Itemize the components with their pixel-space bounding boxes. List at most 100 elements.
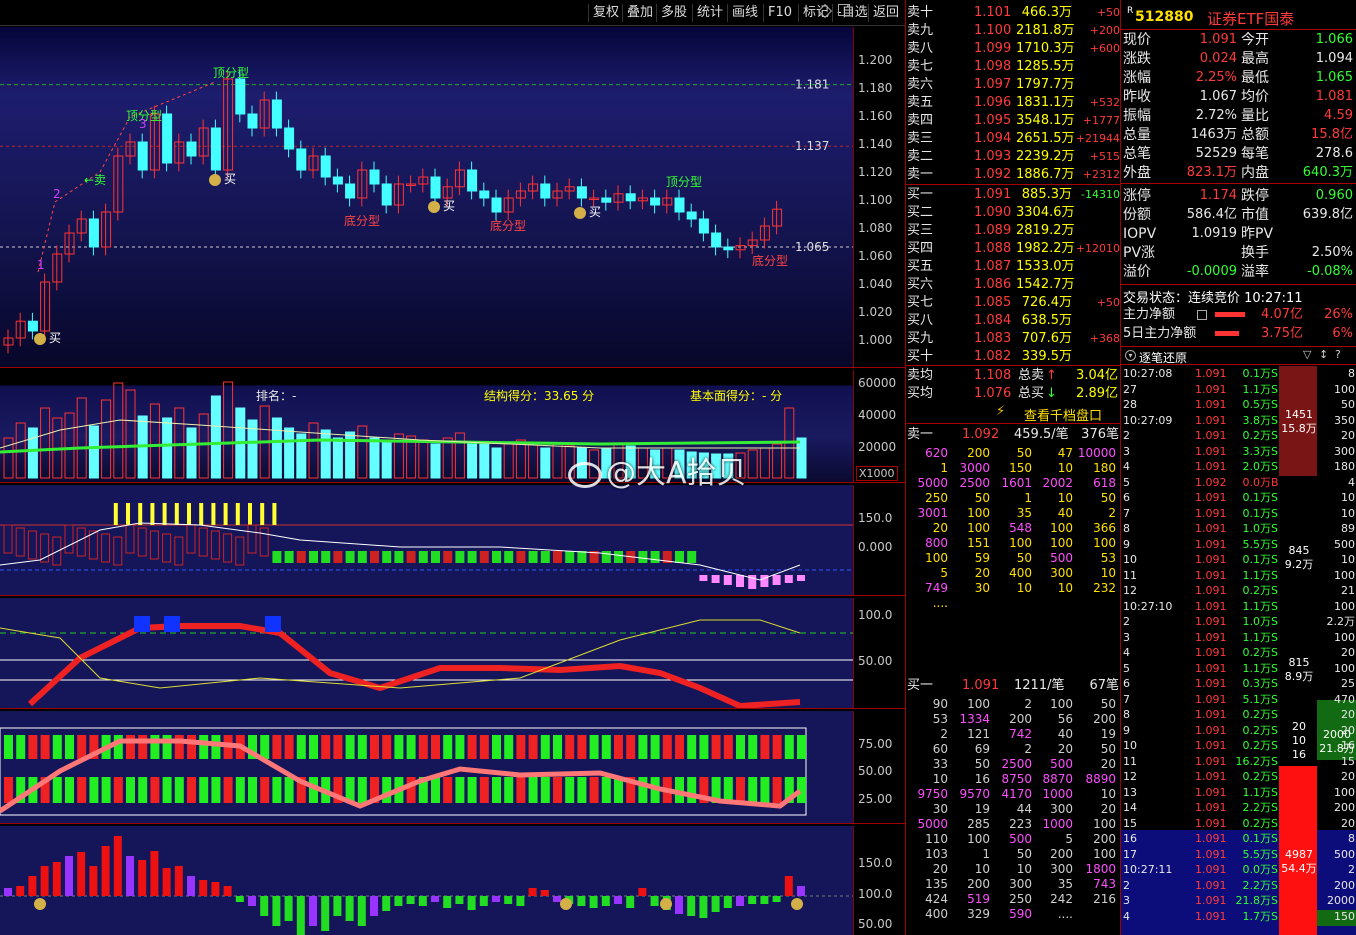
- volume-bar: [467, 441, 478, 479]
- filter-icon[interactable]: ▽: [1303, 348, 1311, 361]
- heat-cell: [211, 777, 221, 803]
- book-divider: [906, 423, 1121, 424]
- tick-row: 6 1.091 0.1万 S 10: [1121, 490, 1356, 505]
- buy-label: 买: [443, 199, 455, 213]
- bid-volume: 638.5万: [1021, 313, 1072, 328]
- quote-row: 涨停 1.174 跌停 0.960: [1121, 187, 1356, 205]
- signal-bar: [272, 503, 277, 525]
- indicator-pane-2[interactable]: [0, 485, 853, 595]
- tick-block-value: 2000: [1323, 728, 1351, 741]
- bid-change: -14310: [1081, 188, 1120, 201]
- quote-value: 2.72%: [1195, 108, 1237, 123]
- ask-price: 1.097: [974, 77, 1012, 92]
- histogram-bar: [687, 896, 696, 916]
- tick-count: 100: [1334, 599, 1355, 613]
- bid-queue-cell: 40: [1057, 727, 1073, 741]
- indicator-pane-4[interactable]: [0, 711, 853, 823]
- tick-time: 15: [1123, 816, 1137, 830]
- histogram-bar: [187, 876, 195, 896]
- quote-label: 外盘: [1123, 165, 1151, 181]
- tick-row: 7 1.091 0.1万 S 10: [1121, 506, 1356, 521]
- histogram-bar: [711, 896, 720, 912]
- window-icon[interactable]: [838, 4, 850, 16]
- bid-queue-cell: 1800: [1085, 862, 1116, 876]
- heat-cell: [736, 777, 745, 803]
- ask-queue-cell: 749: [925, 581, 948, 595]
- toolbar-button-4[interactable]: 画线: [727, 4, 762, 22]
- tick-volume: 0.2万: [1242, 816, 1272, 830]
- tick-time: 2: [1123, 429, 1130, 442]
- toolbar-button-8[interactable]: 返回: [868, 4, 903, 22]
- bid-label: 买九: [907, 331, 934, 346]
- lightning-icon: ⚡: [996, 404, 1006, 419]
- histogram-bar: [784, 876, 793, 896]
- toolbar-button-1[interactable]: 叠加: [622, 4, 657, 22]
- indicator-pane-3[interactable]: [0, 598, 853, 708]
- signal-bar: [113, 503, 118, 525]
- tick-time: 9: [1123, 537, 1130, 551]
- volume-bar: [540, 447, 551, 479]
- osc-bar: [198, 527, 208, 557]
- collapse-icon[interactable]: ▾: [1125, 350, 1136, 361]
- heat-cell: [309, 735, 318, 759]
- bid-queue-cell: 100: [967, 832, 990, 846]
- tick-side: S: [1271, 723, 1278, 737]
- toolbar-button-3[interactable]: 统计: [692, 4, 727, 22]
- tick-side: S: [1271, 491, 1278, 504]
- pin-icon[interactable]: ↕: [1319, 348, 1328, 361]
- book-row-bid: 买六 1.086 1542.7万: [906, 276, 1121, 294]
- candlestick-pane[interactable]: 1.181 1.137 1.065 顶分型 顶分型 顶分型 底分型 底分型 底分型 ←卖 1 2 3 买买…: [0, 27, 853, 367]
- volume-bar: [198, 413, 209, 479]
- axis-tick: 1.000: [858, 333, 893, 347]
- main-net5-bar: [1215, 331, 1239, 336]
- tick-row: 4 1.091 0.2万 S 20: [1121, 645, 1356, 660]
- osc-bar: [27, 530, 37, 560]
- tick-side: S: [1271, 754, 1278, 768]
- tick-volume: 0.2万: [1242, 646, 1272, 659]
- tick-row: 13 1.091 1.1万 S 100: [1121, 785, 1356, 800]
- view-depth-link[interactable]: 查看千档盘口: [1024, 405, 1102, 424]
- tick-volume: 0.1万: [1242, 367, 1272, 380]
- list-icon[interactable]: [1197, 310, 1207, 320]
- indicator-pane-5[interactable]: [0, 826, 853, 935]
- ask-volume: 3548.1万: [1016, 113, 1075, 128]
- tick-volume: 0.2万: [1242, 708, 1272, 721]
- tick-volume: 5.5万: [1242, 847, 1272, 861]
- tick-count: 50: [1341, 398, 1355, 411]
- bid-queue-cell: 424: [925, 892, 948, 906]
- osc-bar: [443, 551, 453, 563]
- tick-price: 1.091: [1195, 398, 1227, 411]
- heat-cell: [443, 735, 453, 759]
- volume-bar: [515, 439, 526, 479]
- heat-cell: [467, 777, 477, 803]
- tick-block-value: 16: [1292, 748, 1306, 761]
- toolbar-button-2[interactable]: 多股: [656, 4, 691, 22]
- bid-queue-cell: 742: [1009, 727, 1032, 741]
- bid-queue-cell: 1000: [1042, 787, 1073, 801]
- osc-bar: [235, 536, 245, 566]
- osc-bar: [15, 527, 25, 557]
- ask-queue-cell: 200: [967, 446, 990, 460]
- ask-queue-cell: 100: [1009, 536, 1032, 550]
- toolbar-button-5[interactable]: F10: [763, 4, 796, 22]
- tick-time: 8: [1123, 522, 1130, 535]
- histogram-bar: [272, 896, 281, 926]
- tick-side: S: [1271, 661, 1278, 675]
- heat-cell: [565, 777, 575, 803]
- ask-queue-cell: 2002: [1042, 476, 1073, 490]
- tick-row: 6 1.091 0.3万 S 25: [1121, 676, 1356, 691]
- heat-cell: [431, 777, 440, 803]
- volume-bar: [284, 427, 295, 479]
- osc-bar: [186, 524, 196, 554]
- heat-cell: [52, 777, 62, 803]
- tick-price: 1.091: [1195, 801, 1227, 814]
- signal-bar: [260, 503, 265, 525]
- quote-panel: R 512880 证券ETF国泰 现价 1.091 今开 1.066 涨跌 0.024 最高 1.0…: [1120, 0, 1356, 935]
- help-icon[interactable]: ?: [1335, 348, 1341, 361]
- bid-queue-cell: 53: [932, 712, 948, 726]
- heat-cell: [40, 735, 50, 759]
- toolbar-button-0[interactable]: 复权: [588, 4, 623, 22]
- bid-queue-cell: 200: [1093, 712, 1116, 726]
- quote-label: 总量: [1123, 127, 1151, 143]
- volume-bar: [271, 417, 282, 479]
